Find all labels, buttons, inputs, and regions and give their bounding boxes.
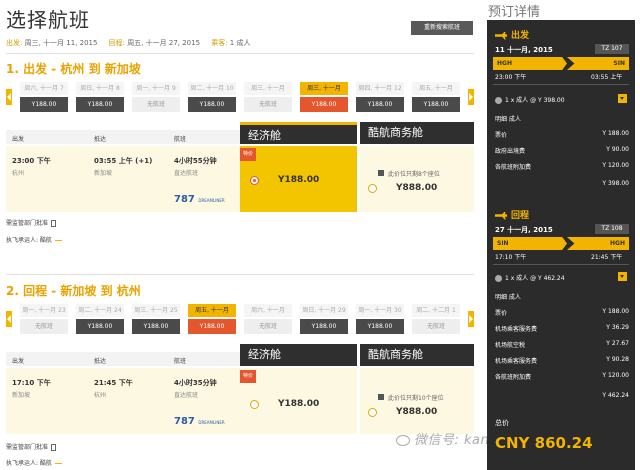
carrier-note: 执飞承运人: 酷航 bbox=[6, 458, 62, 467]
total-amount: CNY 860.24 bbox=[495, 434, 593, 452]
outbound-table-header: 出发 抵达 航班 bbox=[6, 130, 240, 144]
outbound-flight-number: TZ 107 bbox=[595, 44, 629, 54]
prev-dates-arrow[interactable] bbox=[6, 89, 12, 105]
expand-chevron-icon[interactable] bbox=[618, 94, 627, 103]
business-radio[interactable] bbox=[368, 184, 377, 193]
economy-radio[interactable] bbox=[250, 176, 259, 185]
depart-date: 周三, 十一月 11, 2015 bbox=[24, 39, 98, 47]
inbound-date-strip: 周一, 十一月 23 无航班 周二, 十一月 24 Y188.00 周三, 十一月 … bbox=[6, 304, 474, 334]
document-icon bbox=[51, 444, 57, 451]
inbound-day-0[interactable]: 周一, 十一月 23 无航班 bbox=[20, 304, 68, 334]
inbound-economy-fare[interactable]: 特价 Y188.00 bbox=[240, 368, 357, 434]
aircraft-logo: 787 DREAMLINER bbox=[174, 416, 225, 427]
plane-icon bbox=[54, 463, 62, 464]
outbound-day-2[interactable]: 周一, 十一月 9 无航班 bbox=[132, 82, 180, 112]
search-again-button[interactable]: 重新搜索航班 bbox=[411, 21, 473, 35]
regulatory-note: 需监管部门批准 bbox=[6, 442, 57, 451]
inbound-heading: 2. 回程 - 新加坡 到 杭州 bbox=[6, 284, 141, 298]
wechat-icon bbox=[396, 435, 410, 446]
outbound-day-4[interactable]: 周三, 十一月 无航班 bbox=[244, 82, 292, 112]
outbound-day-3[interactable]: 周二, 十一月 10 Y188.00 bbox=[188, 82, 236, 112]
pax-label: 乘客: bbox=[211, 39, 228, 47]
inbound-business-fare[interactable]: 此价位只剩10个座位 Y888.00 bbox=[360, 368, 474, 434]
regulatory-note: 需监管部门批准 bbox=[6, 218, 57, 227]
promo-tag: 特价 bbox=[240, 148, 256, 161]
expand-chevron-icon[interactable] bbox=[618, 272, 627, 281]
divider bbox=[6, 53, 474, 54]
return-summary-label: 回程 bbox=[495, 208, 529, 221]
total-label: 总价 bbox=[495, 419, 509, 427]
inbound-day-4[interactable]: 周六, 十一月 无航班 bbox=[244, 304, 292, 334]
divider bbox=[6, 274, 474, 275]
seat-icon bbox=[378, 394, 384, 400]
outbound-day-1[interactable]: 周日, 十一月 8 Y188.00 bbox=[76, 82, 124, 112]
outbound-date-strip: 周六, 十一月 7 Y188.00 周日, 十一月 8 Y188.00 周一, 十一… bbox=[6, 82, 474, 112]
prev-dates-arrow[interactable] bbox=[6, 311, 12, 327]
outbound-day-7[interactable]: 周五, 十一月 Y188.00 bbox=[412, 82, 460, 112]
outbound-day-0[interactable]: 周六, 十一月 7 Y188.00 bbox=[20, 82, 68, 112]
document-icon bbox=[51, 220, 57, 227]
plane-icon bbox=[495, 31, 507, 40]
return-date: 周五, 十一月 27, 2015 bbox=[127, 39, 201, 47]
plane-icon bbox=[54, 240, 62, 241]
return-pax-line: 1 x 成人 @ Y 462.24 bbox=[495, 273, 565, 282]
inbound-day-5[interactable]: 周日, 十一月 29 Y188.00 bbox=[300, 304, 348, 334]
person-icon bbox=[495, 97, 502, 104]
inbound-day-1[interactable]: 周二, 十一月 24 Y188.00 bbox=[76, 304, 124, 334]
booking-summary-panel: 出发 11 十一月, 2015 TZ 107 HGH SIN 23:00 下午 0… bbox=[487, 20, 635, 470]
economy-header: 经济舱 bbox=[240, 344, 357, 366]
outbound-day-6[interactable]: 周四, 十一月 12 Y188.00 bbox=[356, 82, 404, 112]
sidebar-title: 预订详情 bbox=[488, 5, 541, 20]
next-dates-arrow[interactable] bbox=[468, 89, 474, 105]
inbound-day-7[interactable]: 周二, 十二月 1 无航班 bbox=[412, 304, 460, 334]
return-label: 回程: bbox=[108, 39, 125, 47]
inbound-day-6[interactable]: 周一, 十一月 30 Y188.00 bbox=[356, 304, 404, 334]
aircraft-logo: 787 DREAMLINER bbox=[174, 194, 225, 205]
carrier-note: 执飞承运人: 酷航 bbox=[6, 235, 62, 244]
depart-label: 出发: bbox=[6, 39, 23, 47]
business-radio[interactable] bbox=[368, 408, 377, 417]
seat-icon bbox=[378, 170, 384, 176]
next-dates-arrow[interactable] bbox=[468, 311, 474, 327]
economy-radio[interactable] bbox=[250, 400, 259, 409]
return-route: SIN HGH bbox=[493, 237, 629, 250]
business-header: 酷航商务舱 bbox=[360, 122, 474, 144]
pax-count: 1 成人 bbox=[229, 39, 251, 47]
inbound-table-header: 出发 抵达 航班 bbox=[6, 352, 240, 366]
outbound-economy-fare[interactable]: 特价 Y188.00 bbox=[240, 146, 357, 212]
outbound-flight-row: 23:00 下午 杭州 03:55 上午 (+1) 新加坡 4小时55分钟 直达… bbox=[6, 146, 240, 212]
promo-tag: 特价 bbox=[240, 370, 256, 383]
person-icon bbox=[495, 275, 502, 282]
plane-icon bbox=[495, 211, 507, 220]
outbound-business-fare[interactable]: 此价位只剩8个座位 Y888.00 bbox=[360, 146, 474, 212]
trip-summary: 出发: 周三, 十一月 11, 2015 回程: 周五, 十一月 27, 201… bbox=[6, 38, 250, 48]
outbound-pax-line: 1 x 成人 @ Y 398.00 bbox=[495, 95, 565, 104]
return-flight-number: TZ 108 bbox=[595, 224, 629, 234]
inbound-flight-row: 17:10 下午 新加坡 21:45 下午 杭州 4小时35分钟 直达航班 78… bbox=[6, 368, 240, 434]
economy-header: 经济舱 bbox=[240, 122, 357, 144]
inbound-day-3[interactable]: 周五, 十一月 Y188.00 bbox=[188, 304, 236, 334]
outbound-heading: 1. 出发 - 杭州 到 新加坡 bbox=[6, 62, 141, 76]
outbound-summary-label: 出发 bbox=[495, 28, 529, 41]
page-title: 选择航班 bbox=[6, 8, 90, 32]
business-header: 酷航商务舱 bbox=[360, 344, 474, 366]
outbound-day-5[interactable]: 周三, 十一月 Y188.00 bbox=[300, 82, 348, 112]
inbound-day-2[interactable]: 周三, 十一月 25 Y188.00 bbox=[132, 304, 180, 334]
outbound-date: 11 十一月, 2015 bbox=[495, 46, 553, 54]
return-date: 27 十一月, 2015 bbox=[495, 226, 553, 234]
outbound-route: HGH SIN bbox=[493, 57, 629, 70]
